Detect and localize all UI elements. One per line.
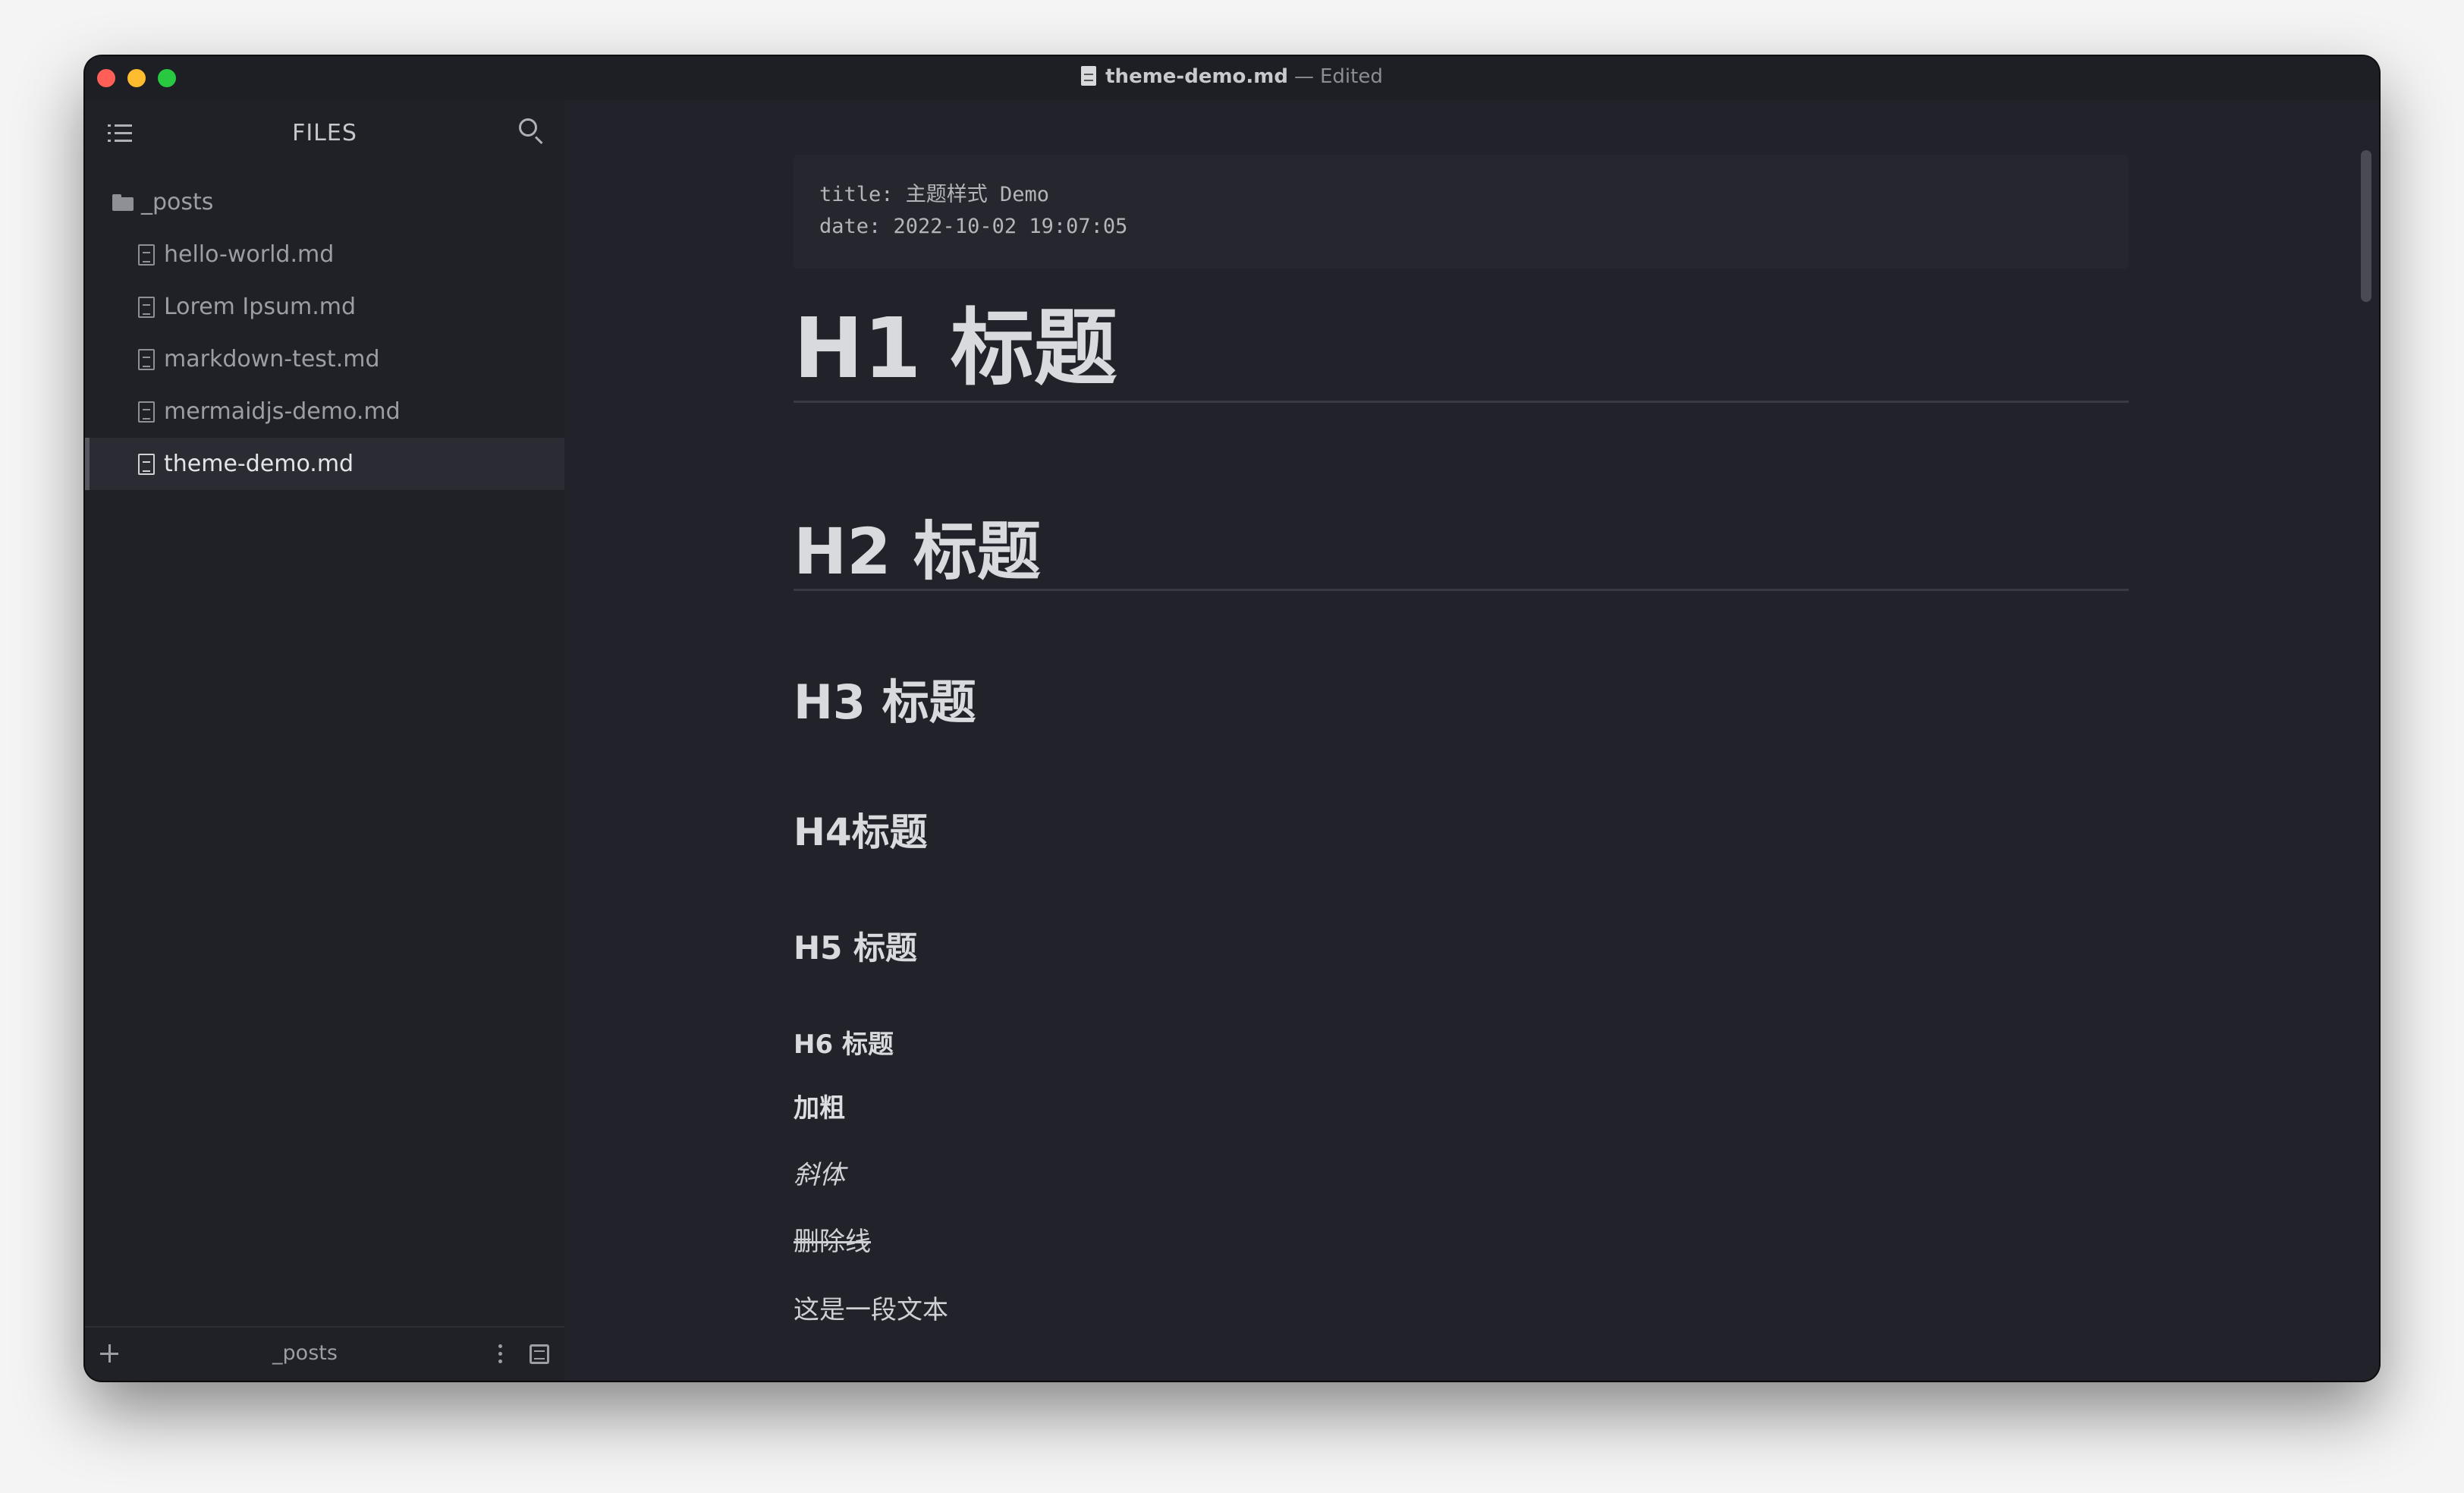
tree-folder-posts[interactable]: _posts bbox=[85, 176, 564, 228]
tree-file-lorem-ipsum[interactable]: Lorem Ipsum.md bbox=[85, 281, 564, 333]
panel-icon[interactable] bbox=[530, 1344, 549, 1364]
file-label: hello-world.md bbox=[164, 241, 335, 268]
folder-label: _posts bbox=[141, 189, 214, 215]
italic-text[interactable]: 斜体 bbox=[794, 1156, 2129, 1194]
heading-h3[interactable]: H3 标题 bbox=[794, 671, 2129, 734]
paragraph-text[interactable]: 这是一段文本 bbox=[794, 1291, 2129, 1329]
heading-h4[interactable]: H4标题 bbox=[794, 806, 2129, 859]
file-icon bbox=[138, 296, 155, 318]
current-folder-label: _posts bbox=[272, 1341, 338, 1365]
heading-h1[interactable]: H1 标题 bbox=[794, 299, 2129, 402]
sidebar-footer: _posts bbox=[85, 1326, 564, 1381]
heading-h5[interactable]: H5 标题 bbox=[794, 926, 2129, 971]
front-matter-block[interactable]: title: 主题样式 Demo date: 2022-10-02 19:07:… bbox=[794, 155, 2129, 269]
file-tree: _posts hello-world.md Lorem Ipsum.md mar… bbox=[85, 176, 564, 490]
window-filename: theme-demo.md bbox=[1105, 65, 1288, 88]
heading-h6[interactable]: H6 标题 bbox=[794, 1026, 2129, 1064]
h1-divider bbox=[794, 401, 2129, 403]
file-label: theme-demo.md bbox=[164, 451, 354, 477]
file-icon bbox=[138, 348, 155, 370]
title-bar: theme-demo.md — Edited bbox=[85, 56, 2379, 100]
window-title: theme-demo.md — Edited bbox=[85, 65, 2379, 88]
scrollbar-thumb[interactable] bbox=[2361, 150, 2371, 302]
folder-icon bbox=[112, 193, 134, 211]
tree-file-mermaidjs-demo[interactable]: mermaidjs-demo.md bbox=[85, 385, 564, 438]
edited-status: Edited bbox=[1320, 65, 1383, 88]
editor-area[interactable]: title: 主题样式 Demo date: 2022-10-02 19:07:… bbox=[564, 100, 2379, 1381]
sidebar-header: FILES bbox=[85, 100, 564, 168]
file-icon bbox=[138, 453, 155, 475]
bold-text[interactable]: 加粗 bbox=[794, 1089, 2129, 1127]
tree-file-theme-demo[interactable]: theme-demo.md bbox=[85, 438, 564, 490]
tree-file-hello-world[interactable]: hello-world.md bbox=[85, 228, 564, 281]
h2-divider bbox=[794, 589, 2129, 591]
file-label: Lorem Ipsum.md bbox=[164, 294, 356, 320]
file-label: mermaidjs-demo.md bbox=[164, 398, 401, 425]
file-icon bbox=[138, 401, 155, 423]
more-vertical-icon[interactable] bbox=[496, 1343, 504, 1366]
search-icon[interactable] bbox=[517, 117, 545, 145]
file-sidebar: FILES _posts hello-world.md Lorem Ipsum.… bbox=[85, 100, 564, 1381]
title-separator: — bbox=[1294, 65, 1314, 88]
document-icon bbox=[1081, 66, 1097, 86]
tree-file-markdown-test[interactable]: markdown-test.md bbox=[85, 333, 564, 385]
heading-h2[interactable]: H2 标题 bbox=[794, 510, 2129, 593]
file-label: markdown-test.md bbox=[164, 346, 380, 372]
strikethrough-text[interactable]: 删除线 bbox=[794, 1223, 2129, 1261]
sidebar-title: FILES bbox=[292, 120, 357, 146]
app-window: theme-demo.md — Edited FILES _posts hello-… bbox=[85, 56, 2379, 1381]
file-icon bbox=[138, 244, 155, 266]
